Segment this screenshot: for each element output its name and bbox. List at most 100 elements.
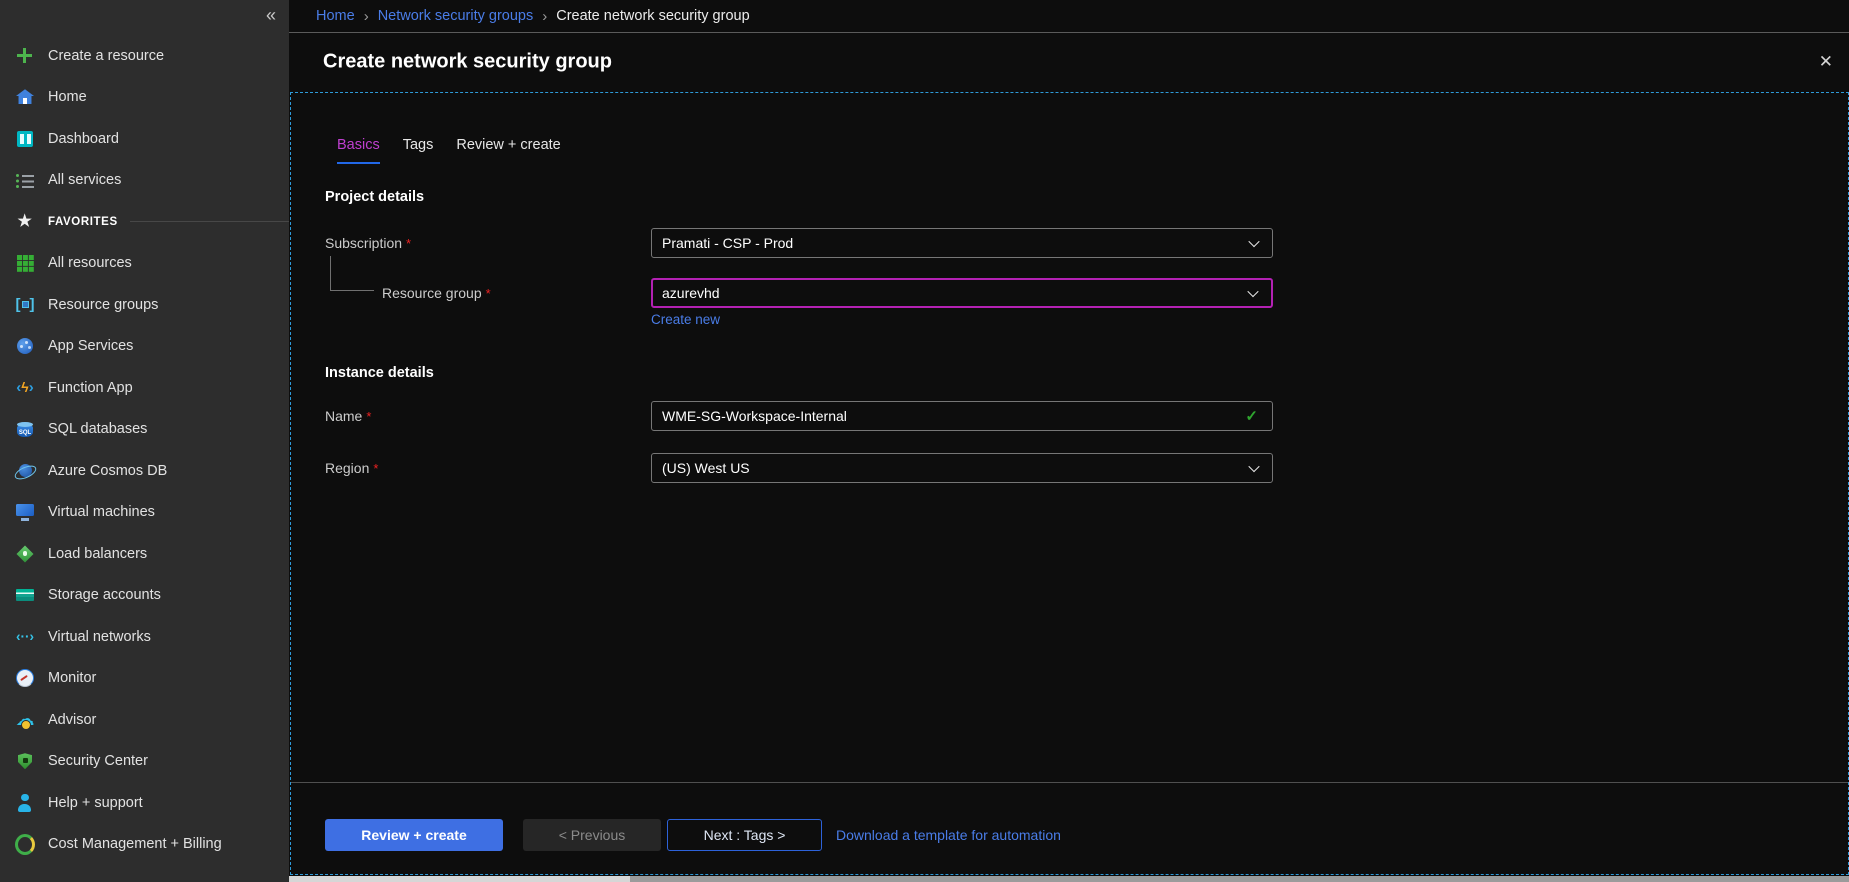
tab-review-create[interactable]: Review + create xyxy=(456,137,560,164)
required-asterisk: * xyxy=(406,236,411,251)
virtual-networks-icon xyxy=(15,627,35,647)
required-asterisk: * xyxy=(486,286,491,301)
breadcrumb-separator: › xyxy=(364,8,369,25)
star-icon xyxy=(15,212,35,232)
sidebar-item-dashboard[interactable]: Dashboard xyxy=(0,118,289,160)
page-title: Create network security group xyxy=(323,51,612,74)
favorites-divider xyxy=(130,221,289,222)
sidebar-section-label: FAVORITES xyxy=(48,216,118,228)
sidebar-item-app-services[interactable]: App Services xyxy=(0,326,289,368)
virtual-machines-monitor-icon xyxy=(15,502,35,522)
sidebar-section-favorites: FAVORITES xyxy=(0,201,289,243)
sidebar-item-label: SQL databases xyxy=(48,421,147,437)
region-value: (US) West US xyxy=(662,460,750,476)
chevron-down-icon xyxy=(1248,236,1259,247)
chevron-down-icon xyxy=(1248,461,1259,472)
sidebar-nav: Create a resource Home Dashboard All ser… xyxy=(0,35,289,865)
region-dropdown[interactable]: (US) West US xyxy=(651,453,1273,483)
next-tags-button[interactable]: Next : Tags > xyxy=(667,819,822,851)
close-icon[interactable]: ✕ xyxy=(1819,52,1833,72)
plus-icon xyxy=(15,46,35,66)
review-create-button[interactable]: Review + create xyxy=(325,819,503,851)
subscription-label: Subscription* xyxy=(325,228,411,259)
sidebar-item-label: Load balancers xyxy=(48,546,147,562)
main-content: Home › Network security groups › Create … xyxy=(289,0,1849,882)
tab-basics[interactable]: Basics xyxy=(337,137,380,164)
subscription-dropdown[interactable]: Pramati - CSP - Prod xyxy=(651,228,1273,258)
sidebar-item-label: App Services xyxy=(48,338,133,354)
sidebar-item-function-app[interactable]: Function App xyxy=(0,367,289,409)
sidebar-item-advisor[interactable]: Advisor xyxy=(0,699,289,741)
sidebar-item-label: Function App xyxy=(48,380,133,396)
sidebar-item-security-center[interactable]: Security Center xyxy=(0,741,289,783)
dashboard-icon xyxy=(15,129,35,149)
sidebar-item-cost-management-billing[interactable]: Cost Management + Billing xyxy=(0,824,289,866)
create-nsg-panel: Basics Tags Review + create Project deta… xyxy=(290,92,1849,875)
resource-group-value: azurevhd xyxy=(662,285,720,301)
title-bar: Create network security group ✕ xyxy=(289,33,1849,91)
sidebar-collapse-icon[interactable]: « xyxy=(266,5,276,26)
sidebar-item-label: Virtual networks xyxy=(48,629,151,645)
resource-group-dropdown[interactable]: azurevhd xyxy=(651,278,1273,308)
sidebar-item-label: Storage accounts xyxy=(48,587,161,603)
sidebar-item-label: Dashboard xyxy=(48,131,119,147)
name-input[interactable] xyxy=(662,402,1245,430)
bottom-scrollbar-strip-gray[interactable] xyxy=(630,876,1849,882)
sidebar-item-load-balancers[interactable]: Load balancers xyxy=(0,533,289,575)
breadcrumb-separator: › xyxy=(542,8,547,25)
all-services-list-icon xyxy=(15,170,35,190)
footer-actions: Review + create < Previous Next : Tags >… xyxy=(325,819,1061,851)
sidebar-item-azure-cosmos-db[interactable]: Azure Cosmos DB xyxy=(0,450,289,492)
instance-details-heading: Instance details xyxy=(325,365,434,381)
advisor-cloud-icon xyxy=(15,710,35,730)
breadcrumb-network-security-groups[interactable]: Network security groups xyxy=(378,8,534,24)
function-app-lightning-icon xyxy=(15,378,35,398)
sidebar-item-storage-accounts[interactable]: Storage accounts xyxy=(0,575,289,617)
required-asterisk: * xyxy=(373,461,378,476)
sidebar-item-label: Security Center xyxy=(48,753,148,769)
valid-check-icon: ✓ xyxy=(1245,407,1258,425)
required-asterisk: * xyxy=(366,409,371,424)
sidebar-item-all-resources[interactable]: All resources xyxy=(0,243,289,285)
chevron-down-icon xyxy=(1247,286,1258,297)
previous-button[interactable]: < Previous xyxy=(523,819,661,851)
sidebar-item-label: Cost Management + Billing xyxy=(48,836,222,852)
sidebar-item-resource-groups[interactable]: Resource groups xyxy=(0,284,289,326)
home-icon xyxy=(15,87,35,107)
sidebar-item-create-a-resource[interactable]: Create a resource xyxy=(0,35,289,77)
storage-accounts-icon xyxy=(15,585,35,605)
resource-groups-icon xyxy=(15,295,35,315)
billing-ring-icon xyxy=(15,834,35,854)
sidebar-item-label: All services xyxy=(48,172,121,188)
sidebar-item-all-services[interactable]: All services xyxy=(0,160,289,202)
bottom-scrollbar-strip-light[interactable] xyxy=(289,876,630,882)
name-field: ✓ xyxy=(651,401,1273,431)
create-new-link[interactable]: Create new xyxy=(651,312,720,327)
sidebar-item-label: Advisor xyxy=(48,712,96,728)
breadcrumb-home[interactable]: Home xyxy=(316,8,355,24)
sidebar-item-home[interactable]: Home xyxy=(0,77,289,119)
download-template-link[interactable]: Download a template for automation xyxy=(836,827,1061,843)
app-services-icon xyxy=(15,336,35,356)
name-label: Name* xyxy=(325,401,371,432)
sidebar-item-label: Azure Cosmos DB xyxy=(48,463,167,479)
monitor-gauge-icon xyxy=(15,668,35,688)
sidebar-item-label: All resources xyxy=(48,255,132,271)
tabs: Basics Tags Review + create xyxy=(337,137,561,164)
help-support-person-icon xyxy=(15,793,35,813)
breadcrumb-current: Create network security group xyxy=(556,8,749,24)
azure-portal-window: « Create a resource Home Dashboard All s… xyxy=(0,0,1849,882)
sidebar-item-sql-databases[interactable]: SQL SQL databases xyxy=(0,409,289,451)
sidebar-item-label: Monitor xyxy=(48,670,96,686)
tab-tags[interactable]: Tags xyxy=(403,137,434,164)
sidebar-item-virtual-machines[interactable]: Virtual machines xyxy=(0,492,289,534)
sidebar-item-label: Resource groups xyxy=(48,297,158,313)
all-resources-grid-icon xyxy=(15,253,35,273)
sidebar-item-monitor[interactable]: Monitor xyxy=(0,658,289,700)
sidebar-item-label: Create a resource xyxy=(48,48,164,64)
sidebar-item-virtual-networks[interactable]: Virtual networks xyxy=(0,616,289,658)
resource-group-label: Resource group* xyxy=(382,278,491,309)
resource-group-connector-line xyxy=(330,256,374,291)
sidebar-item-label: Help + support xyxy=(48,795,143,811)
sidebar-item-help-support[interactable]: Help + support xyxy=(0,782,289,824)
